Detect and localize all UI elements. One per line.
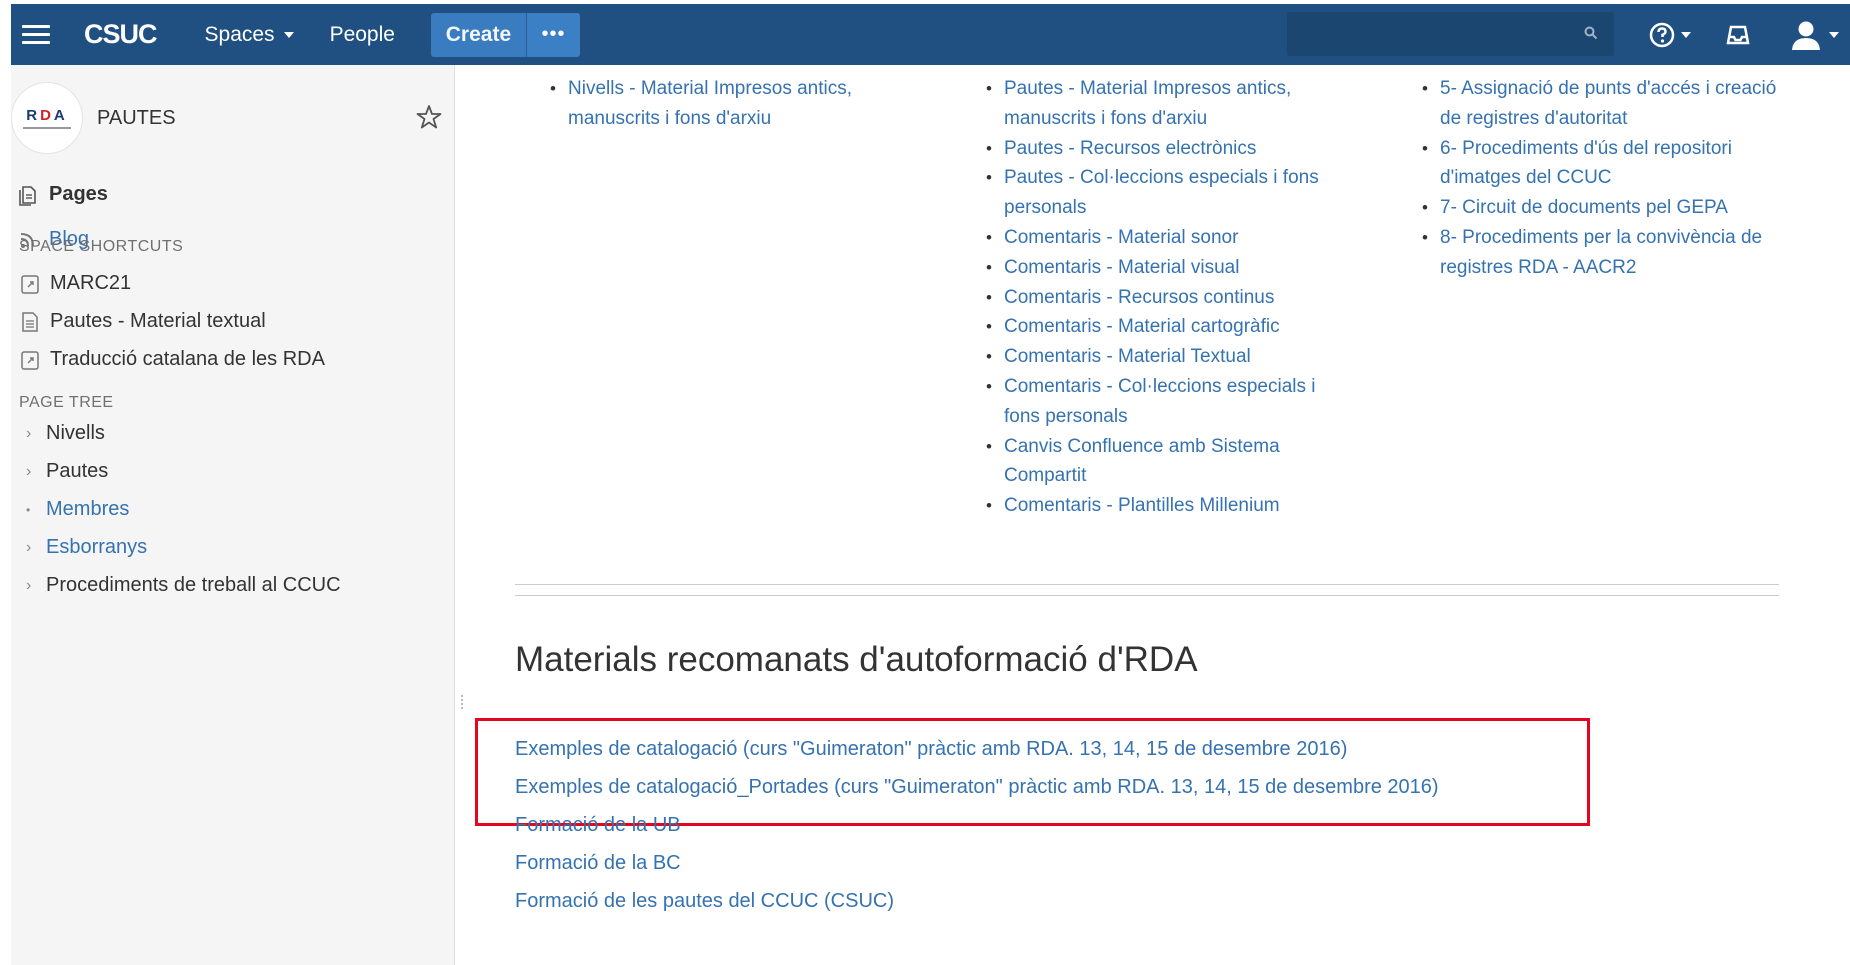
page-link[interactable]: Pautes - Material Impresos antics, manus… [1004,78,1291,129]
page-link[interactable]: Comentaris - Material Textual [1004,346,1251,367]
section-heading: Materials recomanats d'autoformació d'RD… [515,640,1198,679]
page-link[interactable]: Comentaris - Material visual [1004,257,1239,278]
create-button[interactable]: Create [430,12,526,57]
page-icon [22,311,38,332]
page-link[interactable]: 8- Procediments per la convivència de re… [1440,227,1762,278]
sidebar: RDA PAUTES Pages Blog SPACE SHORTCUTS MA… [11,65,455,965]
space-shortcuts-heading: SPACE SHORTCUTS [19,238,184,255]
shortcut-label: Traducció catalana de les RDA [50,348,325,370]
tree-item-esborranys[interactable]: › Esborranys [26,536,147,559]
tree-item-procediments[interactable]: › Procediments de treball al CCUC [26,574,341,597]
shortcut-label: Pautes - Material textual [50,310,266,332]
list-item: 8- Procediments per la convivència de re… [1416,223,1786,283]
help-icon [1649,22,1675,48]
page-link[interactable]: Pautes - Recursos electrònics [1004,138,1256,159]
page-link[interactable]: Nivells - Material Impresos antics, manu… [568,78,852,129]
shortcut-pautes-material-textual[interactable]: Pautes - Material textual [20,310,266,333]
search-box[interactable] [1287,12,1614,56]
tree-item-label: Nivells [46,422,105,444]
page-link[interactable]: Comentaris - Recursos continus [1004,287,1274,308]
list-item: Comentaris - Col·leccions especials i fo… [980,372,1340,432]
tree-item-nivells[interactable]: › Nivells [26,422,105,445]
page-link[interactable]: Canvis Confluence amb Sistema Compartit [1004,436,1280,487]
avatar-icon [1792,21,1820,50]
app-logo[interactable]: CSUC [84,19,158,50]
chevron-right-icon[interactable]: › [26,425,46,443]
page-link[interactable]: Comentaris - Material sonor [1004,227,1238,248]
link-list-column-3: 5- Assignació de punts d'accés i creació… [1416,74,1786,283]
page-link[interactable]: 5- Assignació de punts d'accés i creació… [1440,78,1776,129]
space-logo-text: RDA [26,107,68,124]
divider [515,595,1779,596]
star-icon[interactable] [416,104,442,130]
list-item: Comentaris - Material cartogràfic [980,312,1340,342]
people-link[interactable]: People [330,23,395,47]
chevron-down-icon [283,31,294,38]
list-item: Pautes - Recursos electrònics [980,134,1340,164]
list-item: Comentaris - Recursos continus [980,283,1340,313]
tree-item-label: Procediments de treball al CCUC [46,574,341,596]
chevron-down-icon [1681,32,1691,38]
list-item: Pautes - Col·leccions especials i fons p… [980,163,1340,223]
chevron-right-icon[interactable]: › [26,463,46,481]
space-name[interactable]: PAUTES [97,107,176,130]
list-item: 7- Circuit de documents pel GEPA [1416,193,1786,223]
material-link[interactable]: Formació de les pautes del CCUC (CSUC) [515,890,894,913]
bullet-icon: • [26,502,31,517]
material-link[interactable]: Exemples de catalogació (curs "Guimerato… [515,738,1347,761]
link-list-column-2: Pautes - Material Impresos antics, manus… [980,74,1340,521]
shortcut-marc21[interactable]: MARC21 [20,272,131,295]
page-link[interactable]: 7- Circuit de documents pel GEPA [1440,197,1728,218]
list-item: Comentaris - Material visual [980,253,1340,283]
spaces-menu[interactable]: Spaces [205,23,294,47]
search-input[interactable] [1287,12,1614,56]
material-link[interactable]: Formació de la BC [515,852,681,875]
list-item: Comentaris - Material Textual [980,342,1340,372]
main-content: Nivells - Material Impresos antics, manu… [456,65,1850,965]
material-link[interactable]: Formació de la UB [515,814,681,837]
sidebar-item-label: Pages [49,183,108,205]
link-list-column-1: Nivells - Material Impresos antics, manu… [544,74,924,134]
tree-item-label: Membres [46,498,130,520]
list-item: Pautes - Material Impresos antics, manus… [980,74,1340,134]
page-tree-heading: PAGE TREE [19,394,114,411]
material-link[interactable]: Exemples de catalogació_Portades (curs "… [515,776,1439,799]
page-link[interactable]: 6- Procediments d'ús del repositori d'im… [1440,138,1732,189]
chevron-down-icon [1829,32,1839,38]
more-options-button[interactable]: ••• [525,12,580,57]
external-link-icon [21,350,39,370]
space-header: RDA PAUTES [11,82,455,154]
page-link[interactable]: Comentaris - Plantilles Millenium [1004,495,1280,516]
page-link[interactable]: Comentaris - Col·leccions especials i fo… [1004,376,1316,427]
notifications-icon[interactable] [1725,23,1751,47]
list-item: Nivells - Material Impresos antics, manu… [544,74,924,134]
list-item: Comentaris - Material sonor [980,223,1340,253]
tree-item-pautes[interactable]: › Pautes [26,460,108,483]
divider [515,584,1779,585]
help-menu[interactable] [1649,21,1695,49]
tree-item-membres[interactable]: • Membres [26,498,129,521]
chevron-right-icon[interactable]: › [26,577,46,595]
page-link[interactable]: Pautes - Col·leccions especials i fons p… [1004,167,1319,218]
space-logo[interactable]: RDA [11,82,83,154]
list-item: 5- Assignació de punts d'accés i creació… [1416,74,1786,134]
top-navigation-bar: CSUC Spaces People Create ••• [11,4,1850,65]
external-link-icon [21,274,39,294]
user-menu[interactable] [1791,18,1849,52]
list-item: Comentaris - Plantilles Millenium [980,491,1340,521]
shortcut-traduccio-rda[interactable]: Traducció catalana de les RDA [20,348,325,371]
page-link[interactable]: Comentaris - Material cartogràfic [1004,316,1280,337]
pages-icon [19,185,36,206]
sidebar-item-pages[interactable]: Pages [18,183,108,206]
list-item: Canvis Confluence amb Sistema Compartit [980,432,1340,492]
shortcut-label: MARC21 [50,272,132,294]
chevron-right-icon[interactable]: › [26,539,46,557]
list-item: 6- Procediments d'ús del repositori d'im… [1416,134,1786,194]
tree-item-label: Pautes [46,460,109,482]
highlight-box [475,718,1590,826]
menu-icon[interactable] [11,4,61,65]
spaces-label: Spaces [204,22,275,46]
tree-item-label: Esborranys [46,536,148,558]
search-icon[interactable] [1584,26,1598,40]
